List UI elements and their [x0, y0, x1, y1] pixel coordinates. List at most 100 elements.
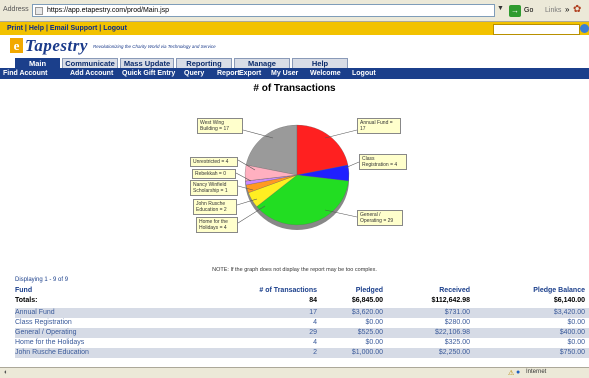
callout-leader-line	[324, 129, 358, 139]
browser-status-bar: ◐ ⚠ ● Internet	[0, 367, 589, 378]
transactions: 4	[313, 319, 317, 326]
callout-unrestricted: Unrestricted = 4	[190, 157, 238, 167]
table-row[interactable]: Home for the Holidays 4 $0.00 $325.00 $0…	[15, 338, 589, 348]
transactions: 17	[309, 309, 317, 316]
links-label[interactable]: Links	[545, 7, 561, 14]
fund-name[interactable]: Class Registration	[15, 319, 72, 326]
address-label: Address	[3, 6, 29, 13]
subnav-my-user[interactable]: My User	[271, 70, 298, 77]
pledge-balance: $0.00	[567, 319, 585, 326]
column-header-pledge-balance[interactable]: Pledge Balance	[533, 287, 585, 294]
search-go-icon[interactable]	[580, 24, 589, 33]
subnav-quick-gift-entry[interactable]: Quick Gift Entry	[122, 70, 175, 77]
search-input[interactable]	[493, 24, 580, 35]
warning-icon: ⚠	[508, 370, 515, 377]
address-bar[interactable]: https://app.etapestry.com/prod/Main.jsp	[32, 4, 495, 17]
pledged: $525.00	[357, 329, 383, 336]
address-url[interactable]: https://app.etapestry.com/prod/Main.jsp	[47, 7, 169, 14]
pledge-balance: $400.00	[559, 329, 585, 336]
security-zone: Internet	[526, 369, 547, 375]
subnav-query[interactable]: Query	[184, 70, 204, 77]
pledge-balance: $3,420.00	[553, 309, 585, 316]
table-row[interactable]: Annual Fund 17 $3,620.00 $731.00 $3,420.…	[15, 308, 589, 318]
column-header-transactions[interactable]: # of Transactions	[259, 287, 317, 294]
table-row[interactable]: John Rusche Education 2 $1,000.00 $2,250…	[15, 348, 589, 358]
separator: |	[45, 25, 48, 32]
callout-line: Education = 2	[196, 207, 227, 213]
callout-general-operating: General / Operating = 29	[357, 210, 403, 226]
table-row[interactable]: Class Registration 4 $0.00 $280.00 $0.00	[15, 318, 589, 328]
tab-main[interactable]: Main	[15, 58, 60, 68]
transactions: 2	[313, 349, 317, 356]
callout-rebekkah: Rebekkah = 0	[192, 169, 236, 179]
fund-name[interactable]: Home for the Holidays	[15, 339, 84, 346]
address-dropdown-icon[interactable]: ▼	[497, 5, 507, 17]
pledged: $3,620.00	[351, 309, 383, 316]
subnav-welcome[interactable]: Welcome	[310, 70, 341, 77]
help-link[interactable]: Help	[29, 25, 44, 32]
column-header-received[interactable]: Received	[439, 287, 470, 294]
transactions: 4	[313, 339, 317, 346]
print-link[interactable]: Print	[7, 25, 23, 32]
top-links: Print | Help | Email Support | Logout	[7, 25, 127, 32]
subnav-logout[interactable]: Logout	[352, 70, 376, 77]
callout-nancy-winfield-scholarship: Nancy Winfield Scholarship = 1	[190, 180, 238, 196]
fund-name[interactable]: General / Operating	[15, 329, 76, 336]
brand-name: Tapestry	[25, 36, 88, 55]
table-row[interactable]: General / Operating 29 $525.00 $22,106.9…	[15, 328, 589, 338]
callout-class-registration: Class Registration = 4	[359, 154, 407, 170]
callout-john-rusche-education: John Rusche Education = 2	[193, 199, 237, 215]
callout-line: Operating = 29	[360, 218, 394, 224]
chart-title: # of Transactions	[253, 83, 336, 94]
subnav-find-account[interactable]: Find Account	[3, 70, 47, 77]
tab-help[interactable]: Help	[292, 58, 348, 68]
callout-annual-fund: Annual Fund = 17	[357, 118, 401, 134]
chart-note: NOTE: If the graph does not display the …	[212, 267, 377, 273]
links-more[interactable]: »	[565, 5, 569, 14]
totals-row: Totals: 84 $6,845.00 $112,642.98 $6,140.…	[15, 297, 589, 307]
received: $731.00	[444, 309, 470, 316]
pledge-balance: $0.00	[567, 339, 585, 346]
received: $2,250.00	[438, 349, 470, 356]
separator: |	[24, 25, 27, 32]
browser-tools-icon[interactable]: ✿	[573, 4, 587, 18]
totals-received: $112,642.98	[431, 297, 470, 304]
internet-zone-icon: ●	[516, 369, 521, 376]
callout-line: Registration = 4	[362, 162, 398, 168]
received: $22,106.98	[434, 329, 470, 336]
go-button[interactable]: Go	[524, 7, 533, 14]
go-arrow-icon[interactable]: →	[509, 5, 521, 17]
tab-mass-update[interactable]: Mass Update	[120, 58, 174, 68]
subnav-add-account[interactable]: Add Account	[70, 70, 113, 77]
column-header-pledged[interactable]: Pledged	[356, 287, 383, 294]
page-favicon-icon	[35, 7, 43, 15]
fund-name[interactable]: Annual Fund	[15, 309, 55, 316]
tab-communicate[interactable]: Communicate	[62, 58, 118, 68]
browser-toolbar: Address https://app.etapestry.com/prod/M…	[0, 0, 589, 22]
subnav-report[interactable]: Report	[217, 70, 240, 77]
pledged: $0.00	[365, 339, 383, 346]
totals-label: Totals:	[15, 297, 38, 304]
subnav-export[interactable]: Export	[239, 70, 261, 77]
callout-line: Building = 17	[200, 126, 230, 132]
tab-manage[interactable]: Manage	[234, 58, 290, 68]
brand-header: e Tapestry Revolutionizing the Charity W…	[0, 35, 589, 56]
callout-home-for-the-holidays: Home for the Holidays = 4	[196, 217, 238, 233]
sub-navigation: Find Account Add Account Quick Gift Entr…	[0, 68, 589, 79]
separator: |	[99, 25, 102, 32]
transactions: 29	[309, 329, 317, 336]
logout-link[interactable]: Logout	[103, 25, 127, 32]
etapestry-logo-icon: e	[10, 38, 23, 53]
main-tabs: Main Communicate Mass Update Reporting M…	[15, 58, 348, 68]
column-header-fund[interactable]: Fund	[15, 287, 32, 294]
fund-table-body: Annual Fund 17 $3,620.00 $731.00 $3,420.…	[15, 308, 589, 358]
received: $325.00	[444, 339, 470, 346]
fund-name[interactable]: John Rusche Education	[15, 349, 89, 356]
brand-tagline: Revolutionizing the Charity World via Te…	[93, 44, 216, 49]
callout-line: Scholarship = 1	[193, 188, 228, 194]
totals-transactions: 84	[309, 297, 317, 304]
tab-reporting[interactable]: Reporting	[176, 58, 232, 68]
pledged: $0.00	[365, 319, 383, 326]
email-support-link[interactable]: Email Support	[50, 25, 97, 32]
totals-pledged: $6,845.00	[351, 297, 383, 304]
